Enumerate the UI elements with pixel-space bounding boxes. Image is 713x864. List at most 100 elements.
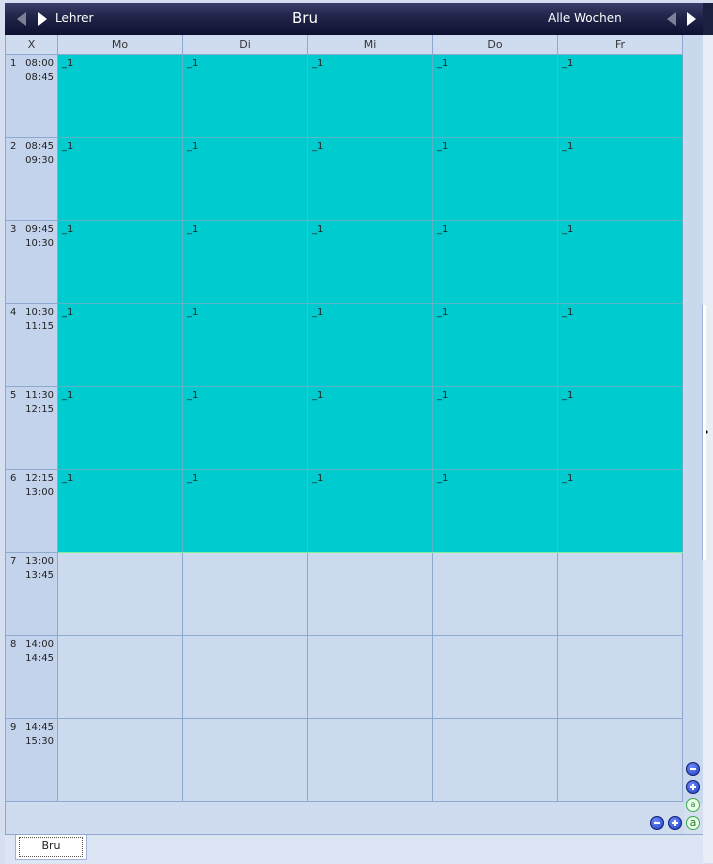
font-smaller-icon[interactable]: a bbox=[686, 798, 700, 812]
lesson-label: _1 bbox=[62, 473, 74, 484]
next-week-arrow-icon[interactable] bbox=[687, 12, 696, 26]
period-number: 3 bbox=[10, 224, 17, 235]
lesson-label: _1 bbox=[312, 141, 324, 152]
zoom-out-columns-icon[interactable] bbox=[650, 816, 664, 830]
day-header-mo[interactable]: Mo bbox=[58, 35, 183, 55]
font-larger-icon[interactable]: a bbox=[686, 816, 700, 830]
empty-cell[interactable] bbox=[308, 719, 433, 802]
lesson-cell[interactable]: _1 bbox=[183, 304, 308, 387]
lesson-cell[interactable]: _1 bbox=[308, 138, 433, 221]
lesson-label: _1 bbox=[187, 473, 199, 484]
period-number: 4 bbox=[10, 307, 17, 318]
lesson-block-bottom-border bbox=[58, 552, 683, 553]
tab-bar: Bru bbox=[5, 834, 703, 864]
previous-week-arrow-icon[interactable] bbox=[667, 12, 676, 26]
lesson-label: _1 bbox=[62, 390, 74, 401]
period-number: 1 bbox=[10, 58, 17, 69]
lesson-cell[interactable]: _1 bbox=[433, 55, 558, 138]
lesson-cell[interactable]: _1 bbox=[183, 138, 308, 221]
day-header-di[interactable]: Di bbox=[183, 35, 308, 55]
empty-cell[interactable] bbox=[308, 553, 433, 636]
lesson-cell[interactable]: _1 bbox=[433, 470, 558, 553]
lesson-cell[interactable]: _1 bbox=[58, 304, 183, 387]
period-end-time: 13:45 bbox=[25, 570, 54, 581]
lesson-cell[interactable]: _1 bbox=[58, 55, 183, 138]
day-header-fr[interactable]: Fr bbox=[558, 35, 683, 55]
lesson-label: _1 bbox=[62, 58, 74, 69]
period-header: 3 09:45 10:30 bbox=[6, 221, 58, 304]
lesson-cell[interactable]: _1 bbox=[308, 387, 433, 470]
lesson-label: _1 bbox=[187, 390, 199, 401]
lesson-label: _1 bbox=[562, 307, 574, 318]
lesson-cell[interactable]: _1 bbox=[308, 304, 433, 387]
lesson-cell[interactable]: _1 bbox=[58, 221, 183, 304]
period-start-time: 14:00 bbox=[25, 639, 54, 650]
lesson-cell[interactable]: _1 bbox=[433, 304, 558, 387]
lesson-cell[interactable]: _1 bbox=[433, 138, 558, 221]
lesson-cell[interactable]: _1 bbox=[308, 55, 433, 138]
empty-cell[interactable] bbox=[183, 553, 308, 636]
lesson-label: _1 bbox=[562, 473, 574, 484]
period-header: 7 13:00 13:45 bbox=[6, 553, 58, 636]
lesson-cell[interactable]: _1 bbox=[558, 138, 683, 221]
lesson-cell[interactable]: _1 bbox=[183, 221, 308, 304]
lesson-cell[interactable]: _1 bbox=[558, 387, 683, 470]
week-filter-label: Alle Wochen bbox=[548, 11, 622, 25]
lesson-cell[interactable]: _1 bbox=[558, 55, 683, 138]
lesson-label: _1 bbox=[62, 307, 74, 318]
zoom-in-columns-icon[interactable] bbox=[668, 816, 682, 830]
lesson-label: _1 bbox=[187, 141, 199, 152]
scrollbar-thumb[interactable] bbox=[702, 305, 706, 560]
empty-cell[interactable] bbox=[58, 636, 183, 719]
lesson-label: _1 bbox=[312, 307, 324, 318]
lesson-cell[interactable]: _1 bbox=[558, 221, 683, 304]
empty-cell[interactable] bbox=[183, 719, 308, 802]
lesson-cell[interactable]: _1 bbox=[558, 304, 683, 387]
vertical-scrollbar[interactable] bbox=[683, 35, 706, 804]
period-header: 1 08:00 08:45 bbox=[6, 55, 58, 138]
lesson-label: _1 bbox=[562, 390, 574, 401]
lesson-cell[interactable]: _1 bbox=[183, 470, 308, 553]
empty-cell[interactable] bbox=[183, 636, 308, 719]
lesson-cell[interactable]: _1 bbox=[433, 221, 558, 304]
empty-cell[interactable] bbox=[558, 553, 683, 636]
lesson-cell[interactable]: _1 bbox=[433, 387, 558, 470]
period-header: 6 12:15 13:00 bbox=[6, 470, 58, 553]
lesson-cell[interactable]: _1 bbox=[183, 55, 308, 138]
period-header: 4 10:30 11:15 bbox=[6, 304, 58, 387]
scrollbar-track[interactable] bbox=[683, 35, 703, 804]
lesson-cell[interactable]: _1 bbox=[58, 470, 183, 553]
tab-bru[interactable]: Bru bbox=[15, 835, 87, 860]
grid-footer bbox=[5, 804, 684, 834]
zoom-out-rows-icon[interactable] bbox=[686, 762, 700, 776]
lesson-label: _1 bbox=[437, 390, 449, 401]
zoom-in-rows-icon[interactable] bbox=[686, 780, 700, 794]
empty-cell[interactable] bbox=[58, 553, 183, 636]
lesson-cell[interactable]: _1 bbox=[58, 387, 183, 470]
day-header-mi[interactable]: Mi bbox=[308, 35, 433, 55]
period-start-time: 11:30 bbox=[25, 390, 54, 401]
tab-label: Bru bbox=[41, 839, 61, 852]
empty-cell[interactable] bbox=[558, 719, 683, 802]
lesson-cell[interactable]: _1 bbox=[183, 387, 308, 470]
lesson-cell[interactable]: _1 bbox=[308, 221, 433, 304]
empty-cell[interactable] bbox=[308, 636, 433, 719]
period-number: 5 bbox=[10, 390, 17, 401]
empty-cell[interactable] bbox=[433, 719, 558, 802]
lesson-label: _1 bbox=[562, 224, 574, 235]
lesson-cell[interactable]: _1 bbox=[308, 470, 433, 553]
empty-cell[interactable] bbox=[433, 553, 558, 636]
empty-cell[interactable] bbox=[433, 636, 558, 719]
period-number: 6 bbox=[10, 473, 17, 484]
lesson-label: _1 bbox=[437, 473, 449, 484]
period-start-time: 08:00 bbox=[25, 58, 54, 69]
day-header-do[interactable]: Do bbox=[433, 35, 558, 55]
lesson-label: _1 bbox=[437, 224, 449, 235]
period-end-time: 09:30 bbox=[25, 155, 54, 166]
lesson-cell[interactable]: _1 bbox=[58, 138, 183, 221]
empty-cell[interactable] bbox=[558, 636, 683, 719]
empty-cell[interactable] bbox=[58, 719, 183, 802]
period-header: 8 14:00 14:45 bbox=[6, 636, 58, 719]
lesson-label: _1 bbox=[312, 473, 324, 484]
lesson-cell[interactable]: _1 bbox=[558, 470, 683, 553]
